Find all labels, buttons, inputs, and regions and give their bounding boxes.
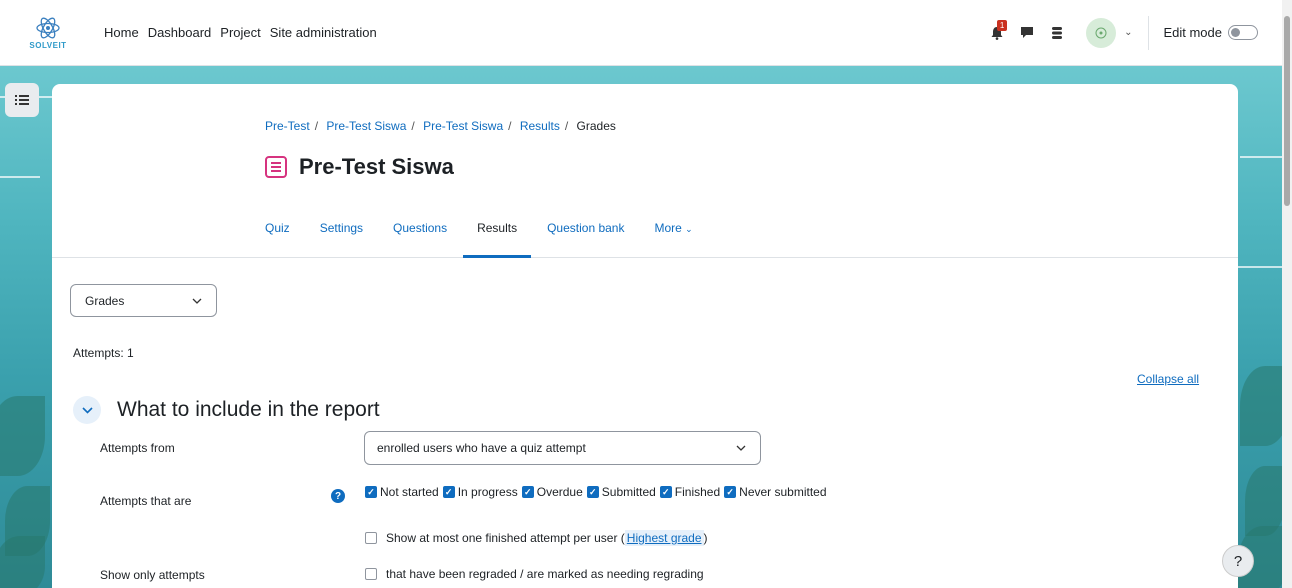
chevron-down-icon [192, 298, 202, 304]
one-attempt-label-end: ) [703, 531, 708, 545]
checkbox-overdue[interactable]: Overdue [521, 485, 583, 499]
section-header: What to include in the report [73, 396, 380, 424]
tab-question-bank[interactable]: Question bank [547, 214, 624, 258]
checkbox-checked[interactable] [365, 486, 377, 498]
section-collapse-button[interactable] [73, 396, 101, 424]
avatar[interactable] [1086, 17, 1117, 48]
show-only-label: Show only attempts [100, 568, 205, 582]
one-attempt-label: Show at most one finished attempt per us… [386, 531, 625, 545]
avatar-logo-icon [1095, 27, 1107, 38]
checkbox-checked[interactable] [586, 486, 599, 498]
checkbox-unchecked[interactable] [365, 568, 377, 580]
nav-divider [1148, 15, 1150, 50]
checkbox-checked[interactable] [724, 486, 737, 498]
checkbox-unchecked[interactable] [365, 532, 377, 544]
breadcrumb-item[interactable]: Pre-Test Siswa [423, 119, 503, 133]
help-fab-button[interactable]: ? [1222, 545, 1254, 577]
checkbox-finished[interactable]: Finished [659, 485, 721, 499]
chevron-down-icon: ⌄ [685, 224, 693, 234]
checkbox-label: Not started [380, 485, 439, 499]
help-icon[interactable]: ? [331, 489, 345, 503]
checkbox-label: Submitted [601, 485, 656, 499]
breadcrumb-item[interactable]: Results [520, 119, 560, 133]
nav-dashboard[interactable]: Dashboard [148, 25, 212, 40]
breadcrumb: Pre-Test / Pre-Test Siswa / Pre-Test Siswa… [265, 119, 616, 133]
attempt-state-checkboxes: Not started In progress Overdue Submitte… [365, 485, 831, 499]
tab-results[interactable]: Results [463, 214, 532, 258]
breadcrumb-item[interactable]: Pre-Test [265, 119, 310, 133]
top-navbar: SOLVEIT Home Dashboard Project Site admi… [0, 0, 1282, 66]
course-index-toggle[interactable] [5, 83, 39, 117]
checkbox-checked[interactable] [659, 486, 672, 498]
user-menu-chevron-icon[interactable]: ⌄ [1124, 27, 1132, 38]
report-type-value: Grades [85, 293, 125, 308]
notifications-button[interactable]: 1 [986, 19, 1008, 44]
page-scrollbar[interactable] [1282, 0, 1292, 588]
breadcrumb-item[interactable]: Pre-Test Siswa [326, 119, 406, 133]
quiz-icon [265, 156, 287, 178]
attempts-from-label: Attempts from [100, 441, 175, 455]
notification-badge: 1 [997, 19, 1008, 31]
tab-more-label: More [654, 221, 682, 235]
attempts-from-value: enrolled users who have a quiz attempt [377, 441, 586, 455]
regraded-label: that have been regraded / are marked as … [386, 567, 704, 581]
nav-home[interactable]: Home [104, 25, 139, 40]
page-header: Pre-Test / Pre-Test Siswa / Pre-Test Siswa… [52, 84, 1238, 258]
collapse-all-link[interactable]: Collapse all [1137, 372, 1199, 386]
main-content: Pre-Test / Pre-Test Siswa / Pre-Test Siswa… [52, 84, 1238, 588]
section-title: What to include in the report [117, 398, 380, 421]
atom-logo-icon [36, 17, 60, 38]
checkbox-label: In progress [457, 485, 518, 499]
nav-site-administration[interactable]: Site administration [270, 25, 377, 40]
chevron-down-icon [736, 445, 746, 451]
edit-mode-toggle[interactable] [1228, 25, 1258, 40]
page-title: Pre-Test Siswa [265, 154, 454, 180]
attempts-that-are-label: Attempts that are [100, 494, 192, 508]
page-title-text: Pre-Test Siswa [299, 154, 454, 179]
checkbox-never-submitted[interactable]: Never submitted [724, 485, 827, 499]
database-icon [1052, 26, 1063, 39]
attempts-from-select[interactable]: enrolled users who have a quiz attempt [364, 431, 761, 465]
chevron-down-icon [81, 406, 93, 414]
messages-button[interactable] [1016, 22, 1038, 44]
report-type-select[interactable]: Grades [70, 284, 217, 317]
tab-quiz[interactable]: Quiz [265, 214, 290, 258]
storage-button[interactable] [1046, 22, 1068, 44]
checkbox-label: Never submitted [739, 485, 827, 499]
nav-project[interactable]: Project [220, 25, 260, 40]
secondary-nav: Quiz Settings Questions Results Question… [265, 214, 723, 258]
checkbox-submitted[interactable]: Submitted [586, 485, 656, 499]
tab-settings[interactable]: Settings [320, 214, 363, 258]
checkbox-checked[interactable] [442, 486, 455, 498]
edit-mode-label: Edit mode [1163, 25, 1222, 40]
list-icon [15, 95, 29, 105]
checkbox-in-progress[interactable]: In progress [442, 485, 518, 499]
message-icon [1021, 27, 1034, 38]
logo-text: SOLVEIT [29, 40, 67, 50]
regraded-checkbox[interactable]: that have been regraded / are marked as … [365, 567, 704, 581]
tab-questions[interactable]: Questions [393, 214, 447, 258]
breadcrumb-current: Grades [576, 119, 616, 133]
one-attempt-checkbox[interactable]: Show at most one finished attempt per us… [365, 530, 708, 546]
checkbox-checked[interactable] [521, 486, 534, 498]
checkbox-label: Finished [674, 485, 721, 499]
checkbox-not-started[interactable]: Not started [365, 485, 439, 499]
highest-grade-link[interactable]: Highest grade [624, 530, 704, 546]
tab-more[interactable]: More ⌄ [654, 214, 692, 258]
checkbox-label: Overdue [536, 485, 583, 499]
attempts-count: Attempts: 1 [73, 346, 134, 360]
site-logo[interactable]: SOLVEIT [14, 0, 82, 66]
user-tools: 1 ⌄ Edit mode [978, 0, 1282, 65]
edit-mode-switch[interactable]: Edit mode [1163, 25, 1258, 40]
scrollbar-thumb[interactable] [1284, 16, 1290, 206]
primary-nav: Home Dashboard Project Site administrati… [104, 25, 377, 40]
